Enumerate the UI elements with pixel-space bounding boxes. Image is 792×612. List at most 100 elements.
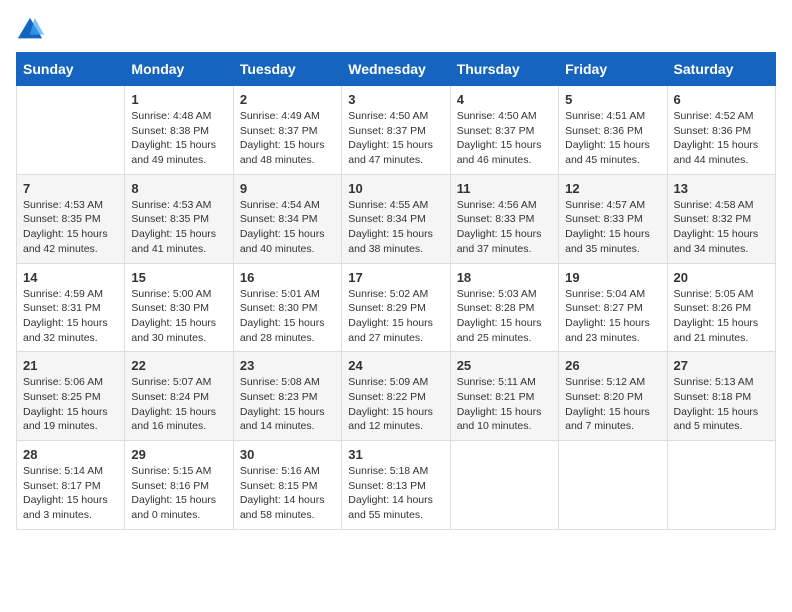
day-number: 6 [674,92,769,107]
calendar-cell: 15 Sunrise: 5:00 AM Sunset: 8:30 PM Dayli… [125,263,233,352]
cell-content: Sunrise: 5:02 AM Sunset: 8:29 PM Dayligh… [348,287,443,346]
cell-content: Sunrise: 5:07 AM Sunset: 8:24 PM Dayligh… [131,375,226,434]
cell-content: Sunrise: 5:13 AM Sunset: 8:18 PM Dayligh… [674,375,769,434]
day-number: 2 [240,92,335,107]
header-day-monday: Monday [125,53,233,86]
day-number: 12 [565,181,660,196]
day-number: 28 [23,447,118,462]
header-day-saturday: Saturday [667,53,775,86]
day-number: 4 [457,92,552,107]
calendar-cell: 7 Sunrise: 4:53 AM Sunset: 8:35 PM Daylig… [17,174,125,263]
cell-content: Sunrise: 4:50 AM Sunset: 8:37 PM Dayligh… [348,109,443,168]
day-number: 1 [131,92,226,107]
calendar-cell: 6Sunrise: 4:52 AM Sunset: 8:36 PM Daylig… [667,86,775,175]
cell-content: Sunrise: 4:58 AM Sunset: 8:32 PM Dayligh… [674,198,769,257]
day-number: 10 [348,181,443,196]
cell-content: Sunrise: 4:56 AM Sunset: 8:33 PM Dayligh… [457,198,552,257]
cell-content: Sunrise: 5:01 AM Sunset: 8:30 PM Dayligh… [240,287,335,346]
calendar-cell: 29 Sunrise: 5:15 AM Sunset: 8:16 PM Dayli… [125,441,233,530]
cell-content: Sunrise: 4:53 AM Sunset: 8:35 PM Dayligh… [131,198,226,257]
day-number: 17 [348,270,443,285]
calendar-cell: 19 Sunrise: 5:04 AM Sunset: 8:27 PM Dayli… [559,263,667,352]
cell-content: Sunrise: 5:16 AM Sunset: 8:15 PM Dayligh… [240,464,335,523]
day-number: 29 [131,447,226,462]
calendar-cell: 20 Sunrise: 5:05 AM Sunset: 8:26 PM Dayli… [667,263,775,352]
day-number: 5 [565,92,660,107]
cell-content: Sunrise: 5:09 AM Sunset: 8:22 PM Dayligh… [348,375,443,434]
cell-content: Sunrise: 5:04 AM Sunset: 8:27 PM Dayligh… [565,287,660,346]
cell-content: Sunrise: 4:49 AM Sunset: 8:37 PM Dayligh… [240,109,335,168]
day-number: 22 [131,358,226,373]
calendar-cell: 27 Sunrise: 5:13 AM Sunset: 8:18 PM Dayli… [667,352,775,441]
cell-content: Sunrise: 5:05 AM Sunset: 8:26 PM Dayligh… [674,287,769,346]
logo [16,16,48,44]
calendar-week-2: 7 Sunrise: 4:53 AM Sunset: 8:35 PM Daylig… [17,174,776,263]
calendar-cell: 2 Sunrise: 4:49 AM Sunset: 8:37 PM Daylig… [233,86,341,175]
calendar-cell: 24 Sunrise: 5:09 AM Sunset: 8:22 PM Dayli… [342,352,450,441]
calendar-cell: 12 Sunrise: 4:57 AM Sunset: 8:33 PM Dayli… [559,174,667,263]
calendar-cell [559,441,667,530]
day-number: 24 [348,358,443,373]
day-number: 30 [240,447,335,462]
calendar-week-1: 1 Sunrise: 4:48 AM Sunset: 8:38 PM Daylig… [17,86,776,175]
calendar-cell: 14Sunrise: 4:59 AM Sunset: 8:31 PM Dayli… [17,263,125,352]
day-number: 26 [565,358,660,373]
day-number: 19 [565,270,660,285]
calendar-cell: 11 Sunrise: 4:56 AM Sunset: 8:33 PM Dayli… [450,174,558,263]
day-number: 20 [674,270,769,285]
cell-content: Sunrise: 5:11 AM Sunset: 8:21 PM Dayligh… [457,375,552,434]
day-number: 8 [131,181,226,196]
calendar-cell: 10 Sunrise: 4:55 AM Sunset: 8:34 PM Dayli… [342,174,450,263]
cell-content: Sunrise: 5:14 AM Sunset: 8:17 PM Dayligh… [23,464,118,523]
calendar-cell: 22 Sunrise: 5:07 AM Sunset: 8:24 PM Dayli… [125,352,233,441]
day-number: 21 [23,358,118,373]
day-number: 11 [457,181,552,196]
cell-content: Sunrise: 4:48 AM Sunset: 8:38 PM Dayligh… [131,109,226,168]
header [16,16,776,44]
calendar-cell: 25 Sunrise: 5:11 AM Sunset: 8:21 PM Dayli… [450,352,558,441]
header-day-thursday: Thursday [450,53,558,86]
cell-content: Sunrise: 5:12 AM Sunset: 8:20 PM Dayligh… [565,375,660,434]
cell-content: Sunrise: 5:18 AM Sunset: 8:13 PM Dayligh… [348,464,443,523]
cell-content: Sunrise: 4:55 AM Sunset: 8:34 PM Dayligh… [348,198,443,257]
cell-content: Sunrise: 4:54 AM Sunset: 8:34 PM Dayligh… [240,198,335,257]
calendar-cell [17,86,125,175]
cell-content: Sunrise: 4:50 AM Sunset: 8:37 PM Dayligh… [457,109,552,168]
calendar-cell: 18 Sunrise: 5:03 AM Sunset: 8:28 PM Dayli… [450,263,558,352]
cell-content: Sunrise: 5:00 AM Sunset: 8:30 PM Dayligh… [131,287,226,346]
calendar-cell: 5 Sunrise: 4:51 AM Sunset: 8:36 PM Daylig… [559,86,667,175]
calendar-table: SundayMondayTuesdayWednesdayThursdayFrid… [16,52,776,530]
day-number: 27 [674,358,769,373]
calendar-cell: 26 Sunrise: 5:12 AM Sunset: 8:20 PM Dayli… [559,352,667,441]
calendar-cell [667,441,775,530]
day-number: 16 [240,270,335,285]
day-number: 13 [674,181,769,196]
day-number: 15 [131,270,226,285]
calendar-week-4: 21Sunrise: 5:06 AM Sunset: 8:25 PM Dayli… [17,352,776,441]
calendar-cell: 31Sunrise: 5:18 AM Sunset: 8:13 PM Dayli… [342,441,450,530]
cell-content: Sunrise: 4:57 AM Sunset: 8:33 PM Dayligh… [565,198,660,257]
cell-content: Sunrise: 5:15 AM Sunset: 8:16 PM Dayligh… [131,464,226,523]
calendar-week-3: 14Sunrise: 4:59 AM Sunset: 8:31 PM Dayli… [17,263,776,352]
day-number: 18 [457,270,552,285]
logo-icon [16,16,44,44]
calendar-cell: 21Sunrise: 5:06 AM Sunset: 8:25 PM Dayli… [17,352,125,441]
calendar-cell: 9Sunrise: 4:54 AM Sunset: 8:34 PM Daylig… [233,174,341,263]
calendar-cell: 30 Sunrise: 5:16 AM Sunset: 8:15 PM Dayli… [233,441,341,530]
calendar-cell: 4 Sunrise: 4:50 AM Sunset: 8:37 PM Daylig… [450,86,558,175]
calendar-cell: 16 Sunrise: 5:01 AM Sunset: 8:30 PM Dayli… [233,263,341,352]
cell-content: Sunrise: 5:03 AM Sunset: 8:28 PM Dayligh… [457,287,552,346]
day-number: 25 [457,358,552,373]
day-number: 23 [240,358,335,373]
calendar-cell: 23 Sunrise: 5:08 AM Sunset: 8:23 PM Dayli… [233,352,341,441]
calendar-cell: 17 Sunrise: 5:02 AM Sunset: 8:29 PM Dayli… [342,263,450,352]
calendar-header-row: SundayMondayTuesdayWednesdayThursdayFrid… [17,53,776,86]
calendar-cell [450,441,558,530]
cell-content: Sunrise: 4:51 AM Sunset: 8:36 PM Dayligh… [565,109,660,168]
cell-content: Sunrise: 4:53 AM Sunset: 8:35 PM Dayligh… [23,198,118,257]
header-day-wednesday: Wednesday [342,53,450,86]
cell-content: Sunrise: 5:08 AM Sunset: 8:23 PM Dayligh… [240,375,335,434]
calendar-cell: 28 Sunrise: 5:14 AM Sunset: 8:17 PM Dayli… [17,441,125,530]
day-number: 7 [23,181,118,196]
cell-content: Sunrise: 4:59 AM Sunset: 8:31 PM Dayligh… [23,287,118,346]
